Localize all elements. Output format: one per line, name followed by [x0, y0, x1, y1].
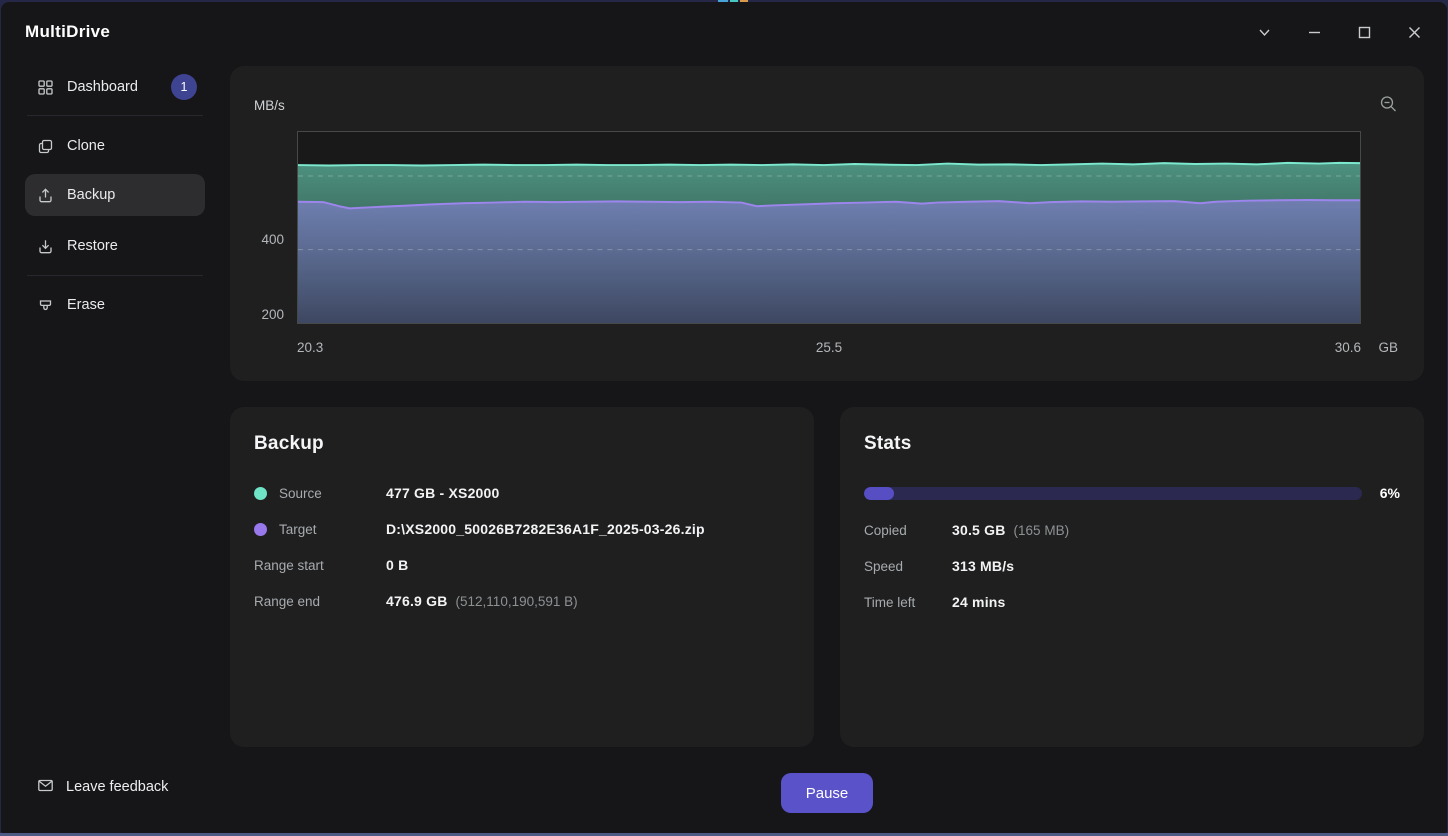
minimize-button[interactable] [1296, 16, 1332, 52]
backup-rows: Source 477 GB - XS2000 Target D:\XS2000_… [254, 475, 790, 619]
range-end-value: 476.9 GB [386, 593, 448, 609]
target-series-dot [254, 522, 267, 536]
chart-zoom-out-button[interactable] [1374, 92, 1402, 120]
maximize-icon [1357, 25, 1372, 43]
row-label: Target [279, 521, 317, 537]
backup-details-card: Backup Source 477 GB - XS2000 Target D:\… [230, 407, 814, 747]
window-controls [1246, 16, 1432, 52]
copied-value: 30.5 GB [952, 522, 1006, 538]
sidebar-item-label: Dashboard [67, 79, 138, 95]
card-title: Backup [254, 433, 324, 454]
close-icon [1407, 25, 1422, 43]
speed-area-chart [297, 131, 1361, 324]
sidebar-item-label: Backup [67, 187, 116, 203]
source-series-dot [254, 486, 267, 500]
y-axis-tick: 200 [261, 307, 284, 322]
minimize-icon [1307, 25, 1322, 43]
grid-icon [37, 79, 54, 96]
leave-feedback-label: Leave feedback [66, 779, 169, 795]
row-label: Time left [864, 594, 916, 610]
chart-y-unit-label: MB/s [254, 98, 285, 113]
row-label: Range end [254, 593, 321, 609]
sidebar-item-erase[interactable]: Erase [25, 284, 205, 326]
leave-feedback-button[interactable]: Leave feedback [37, 777, 168, 797]
app-window: MultiDrive Dashboard 1 Clone Backup Rest… [1, 2, 1447, 833]
y-axis-tick: 400 [261, 232, 284, 247]
sidebar-item-restore[interactable]: Restore [25, 225, 205, 267]
stats-rows: Copied 30.5 GB (165 MB) Speed 313 MB/s T… [864, 512, 1400, 620]
card-title: Stats [864, 433, 912, 454]
speed-row: Speed 313 MB/s [864, 548, 1400, 584]
download-icon [37, 238, 54, 255]
x-axis-tick: 25.5 [815, 340, 843, 355]
source-value: 477 GB - XS2000 [386, 485, 500, 501]
chevron-down-icon [1257, 25, 1272, 43]
envelope-icon [37, 777, 54, 797]
sidebar-divider [27, 275, 203, 276]
chart-canvas [298, 161, 1360, 323]
range-end-bytes: (512,110,190,591 B) [455, 593, 578, 609]
copy-icon [37, 138, 54, 155]
row-label: Copied [864, 522, 907, 538]
target-row: Target D:\XS2000_50026B7282E36A1F_2025-0… [254, 511, 790, 547]
sidebar-item-backup[interactable]: Backup [25, 174, 205, 216]
sidebar-item-label: Restore [67, 238, 118, 254]
maximize-button[interactable] [1346, 16, 1382, 52]
app-title: MultiDrive [25, 22, 111, 41]
notification-badge: 1 [171, 74, 197, 100]
row-label: Range start [254, 557, 324, 573]
x-axis-tick: 30.6 [1334, 340, 1361, 355]
range-start-row: Range start 0 B [254, 547, 790, 583]
eraser-icon [37, 297, 54, 314]
row-label: Speed [864, 558, 904, 574]
upload-icon [37, 187, 54, 204]
target-value: D:\XS2000_50026B7282E36A1F_2025-03-26.zi… [386, 521, 705, 537]
progress-fill [864, 487, 894, 500]
speed-chart-card: MB/s 400 200 20.3 25.5 30.6 GB [230, 66, 1424, 381]
time-left-row: Time left 24 mins [864, 584, 1400, 620]
copied-recent: (165 MB) [1013, 522, 1070, 538]
close-button[interactable] [1396, 16, 1432, 52]
sidebar-item-label: Erase [67, 297, 105, 313]
speed-value: 313 MB/s [952, 558, 1015, 574]
stats-card: Stats 6% Copied 30.5 GB (165 MB) Speed 3… [840, 407, 1424, 747]
sidebar-item-clone[interactable]: Clone [25, 125, 205, 167]
magnifier-minus-icon [1378, 94, 1399, 118]
time-left-value: 24 mins [952, 594, 1006, 610]
progress-bar: 6% [864, 485, 1400, 501]
range-start-value: 0 B [386, 557, 409, 573]
range-end-row: Range end 476.9 GB (512,110,190,591 B) [254, 583, 790, 619]
source-row: Source 477 GB - XS2000 [254, 475, 790, 511]
progress-percent: 6% [1379, 485, 1400, 501]
copied-row: Copied 30.5 GB (165 MB) [864, 512, 1400, 548]
row-label: Source [279, 485, 322, 501]
sidebar-item-dashboard[interactable]: Dashboard 1 [25, 66, 205, 108]
chart-x-unit-label: GB [1378, 340, 1398, 355]
expand-button[interactable] [1246, 16, 1282, 52]
progress-track [864, 487, 1362, 500]
x-axis-tick: 20.3 [297, 340, 324, 355]
sidebar-item-label: Clone [67, 138, 105, 154]
pause-button[interactable]: Pause [781, 773, 873, 813]
sidebar-divider [27, 115, 203, 116]
